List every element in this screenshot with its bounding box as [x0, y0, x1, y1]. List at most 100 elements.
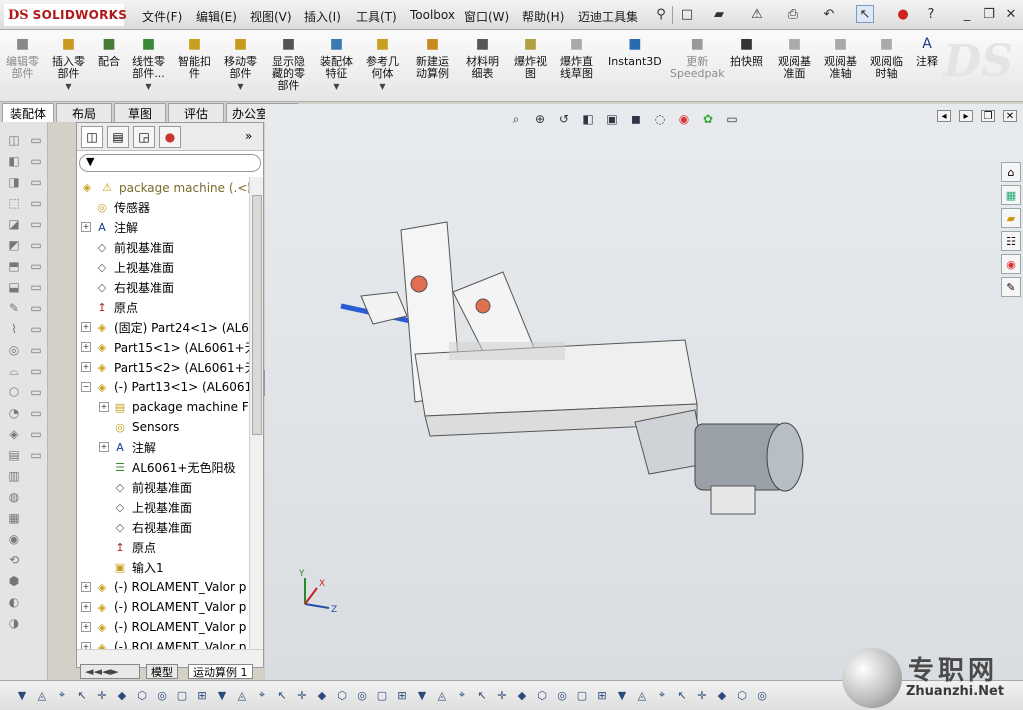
dropdown-arrow-icon[interactable]: ▼	[379, 81, 385, 93]
dropdown-arrow-icon[interactable]: ▼	[65, 81, 71, 93]
tree-item[interactable]: + ◈ Part15<1> (AL6061+无	[81, 337, 249, 357]
expand-toggle-icon[interactable]: +	[81, 622, 91, 632]
feature-tool-icon[interactable]: ▭	[28, 300, 44, 316]
selection-filter-icon[interactable]: ◆	[314, 687, 330, 703]
selection-filter-icon[interactable]: ✛	[694, 687, 710, 703]
rebuild-icon[interactable]: ⚠	[748, 5, 766, 23]
tree-item[interactable]: ↥ 原点	[81, 297, 138, 317]
tab-model[interactable]: 模型	[146, 664, 178, 679]
selection-filter-icon[interactable]: ⊞	[194, 687, 210, 703]
sketch-tool-icon[interactable]: ◩	[6, 237, 22, 253]
tree-item[interactable]: + ◈ Part15<2> (AL6061+无	[81, 357, 249, 377]
tree-item[interactable]: ▣ 输入1	[99, 557, 164, 577]
dropdown-arrow-icon[interactable]: ▼	[333, 81, 339, 93]
show-hidden-button[interactable]: ■ 显示隐 藏的零 部件	[272, 34, 305, 92]
menu-toolbox[interactable]: Toolbox	[410, 8, 455, 22]
selection-filter-icon[interactable]: ⌖	[654, 687, 670, 703]
view-planes-button[interactable]: ■ 观阅基 准面	[778, 34, 811, 80]
selection-filter-icon[interactable]: ◬	[234, 687, 250, 703]
sketch-tool-icon[interactable]: ▥	[6, 468, 22, 484]
sketch-tool-icon[interactable]: ⌇	[6, 321, 22, 337]
tree-item[interactable]: + ◈ (-) ROLAMENT_Valor p	[81, 617, 246, 637]
print-icon[interactable]: ⎙	[784, 5, 802, 23]
reference-geometry-button[interactable]: ■ 参考几 何体 ▼	[366, 34, 399, 93]
feature-tool-icon[interactable]: ▭	[28, 342, 44, 358]
selection-filter-icon[interactable]: ✛	[494, 687, 510, 703]
selection-filter-icon[interactable]: ⌖	[54, 687, 70, 703]
expand-toggle-icon[interactable]: +	[81, 362, 91, 372]
sketch-tool-icon[interactable]: ◫	[6, 132, 22, 148]
tree-item[interactable]: ◇ 右视基准面	[81, 277, 174, 297]
tree-root-assembly[interactable]: ◈ ⚠ package machine (.<默	[79, 177, 249, 197]
assembly-features-button[interactable]: ■ 装配体 特征 ▼	[320, 34, 353, 93]
selection-filter-icon[interactable]: ◬	[34, 687, 50, 703]
selection-filter-icon[interactable]: ◆	[514, 687, 530, 703]
tab-evaluate[interactable]: 评估	[168, 103, 224, 122]
sketch-tool-icon[interactable]: ⬡	[6, 384, 22, 400]
move-component-button[interactable]: ■ 移动零 部件 ▼	[224, 34, 257, 93]
selection-filter-icon[interactable]: ⬡	[334, 687, 350, 703]
tree-vertical-scrollbar[interactable]	[249, 177, 263, 649]
new-motion-study-button[interactable]: ■ 新建运 动算例	[416, 34, 449, 80]
tree-item[interactable]: ◎ 传感器	[81, 197, 150, 217]
dropdown-arrow-icon[interactable]: ▼	[237, 81, 243, 93]
selection-filter-icon[interactable]: ▢	[374, 687, 390, 703]
smart-fasteners-button[interactable]: ■ 智能扣 件	[178, 34, 211, 80]
selection-filter-icon[interactable]: ⌖	[454, 687, 470, 703]
minimize-icon[interactable]: _	[958, 5, 976, 23]
bom-button[interactable]: ■ 材料明 细表	[466, 34, 499, 80]
selection-filter-icon[interactable]: ↖	[274, 687, 290, 703]
tree-item[interactable]: + A 注解	[99, 437, 156, 457]
exploded-view-button[interactable]: ■ 爆炸视 图	[514, 34, 547, 80]
select-cursor-icon[interactable]: ↖	[856, 5, 874, 23]
selection-filter-icon[interactable]: ◆	[714, 687, 730, 703]
feature-tool-icon[interactable]: ▭	[28, 237, 44, 253]
explode-line-sketch-button[interactable]: ■ 爆炸直 线草图	[560, 34, 593, 80]
linear-pattern-button[interactable]: ■ 线性零 部件... ▼	[132, 34, 165, 93]
tree-item[interactable]: + ◈ (-) ROLAMENT_Valor p	[81, 637, 246, 649]
sketch-tool-icon[interactable]: ⌓	[6, 363, 22, 379]
graphics-viewport[interactable]: ⌕ ⊕ ↺ ◧ ▣ ◼ ◌ ◉ ✿ ▭ ◂ ▸ ❐ ✕ ⌂ ▦ ▰ ☷ ◉ ✎	[265, 104, 1023, 680]
scrollbar-thumb[interactable]	[252, 195, 262, 435]
sketch-tool-icon[interactable]: ◎	[6, 342, 22, 358]
menu-insert[interactable]: 插入(I)	[304, 8, 341, 25]
selection-filter-icon[interactable]: ◎	[354, 687, 370, 703]
help-question-icon[interactable]: ?	[922, 5, 940, 23]
menu-maidi[interactable]: 迈迪工具集	[578, 8, 638, 25]
annotation-button[interactable]: A 注释	[916, 34, 938, 68]
selection-filter-icon[interactable]: ▼	[614, 687, 630, 703]
feature-tool-icon[interactable]: ▭	[28, 258, 44, 274]
tree-item[interactable]: ◇ 右视基准面	[99, 517, 192, 537]
feature-tree-tab-icon[interactable]: ◫	[81, 126, 103, 148]
selection-filter-icon[interactable]: ⊞	[394, 687, 410, 703]
sketch-tool-icon[interactable]: ◍	[6, 489, 22, 505]
selection-filter-icon[interactable]: ⬡	[734, 687, 750, 703]
tree-item[interactable]: ☰ AL6061+无色阳极	[99, 457, 235, 477]
menu-tools[interactable]: 工具(T)	[356, 8, 397, 25]
tree-item[interactable]: ↥ 原点	[99, 537, 156, 557]
tree-item[interactable]: + A 注解	[81, 217, 138, 237]
sketch-tool-icon[interactable]: ◐	[6, 594, 22, 610]
selection-filter-icon[interactable]: ▼	[414, 687, 430, 703]
undo-icon[interactable]: ↶	[820, 5, 838, 23]
tab-nav-arrows[interactable]: ◄◄◄►	[80, 664, 140, 679]
selection-filter-icon[interactable]: ⬡	[134, 687, 150, 703]
insert-component-button[interactable]: ■ 插入零 部件 ▼	[52, 34, 85, 93]
selection-filter-icon[interactable]: ▢	[174, 687, 190, 703]
selection-filter-icon[interactable]: ⬡	[534, 687, 550, 703]
feature-tool-icon[interactable]: ▭	[28, 321, 44, 337]
feature-tool-icon[interactable]: ▭	[28, 216, 44, 232]
sketch-tool-icon[interactable]: ⬚	[6, 195, 22, 211]
view-temp-axes-button[interactable]: ■ 观阅临 时轴	[870, 34, 903, 80]
tree-item[interactable]: ◇ 上视基准面	[99, 497, 192, 517]
tree-item[interactable]: + ◈ (-) ROLAMENT_Valor p	[81, 597, 246, 617]
expand-toggle-icon[interactable]: +	[81, 582, 91, 592]
feature-tool-icon[interactable]: ▭	[28, 174, 44, 190]
sketch-tool-icon[interactable]: ◑	[6, 615, 22, 631]
sketch-tool-icon[interactable]: ✎	[6, 300, 22, 316]
sketch-tool-icon[interactable]: ◔	[6, 405, 22, 421]
tab-assembly[interactable]: 装配体	[2, 103, 54, 122]
tree-item[interactable]: ◇ 前视基准面	[99, 477, 192, 497]
feature-tool-icon[interactable]: ▭	[28, 363, 44, 379]
selection-filter-icon[interactable]: ✛	[94, 687, 110, 703]
